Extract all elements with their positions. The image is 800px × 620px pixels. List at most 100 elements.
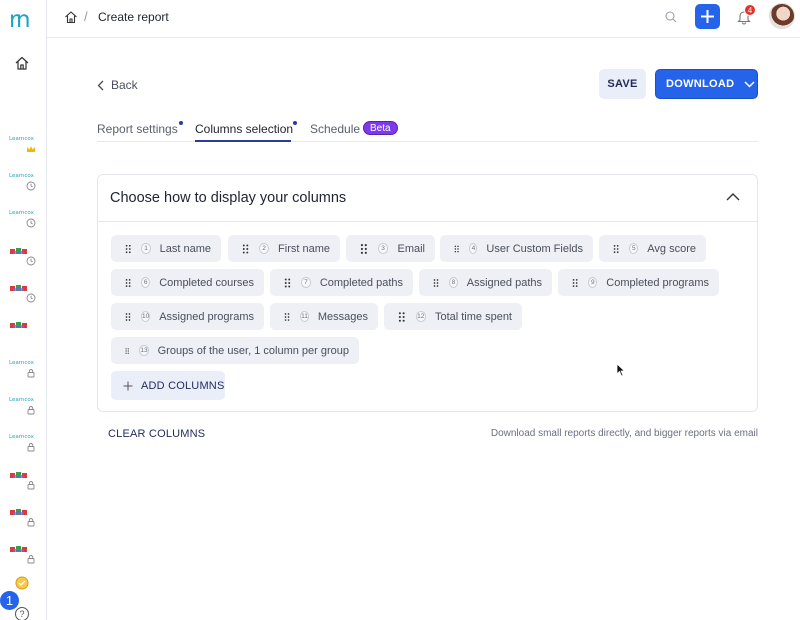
- column-chip-label: Completed paths: [319, 276, 403, 289]
- column-chip-label: Total time spent: [434, 310, 512, 323]
- sidebar-item-label: Learncox: [9, 434, 34, 440]
- sidebar-item[interactable]: Learncox: [8, 210, 40, 236]
- plus-icon: [123, 381, 133, 390]
- column-chip[interactable]: 2 First name: [228, 235, 340, 262]
- sidebar-item[interactable]: [8, 509, 40, 535]
- drag-handle-icon[interactable]: [284, 277, 291, 289]
- help-icon[interactable]: ?: [15, 607, 29, 620]
- lock-icon: [27, 481, 35, 490]
- column-chip[interactable]: 11 Messages: [270, 303, 378, 330]
- search-icon[interactable]: [664, 10, 678, 24]
- tab-report-settings-dot: [179, 121, 183, 125]
- drag-handle-icon[interactable]: [454, 243, 459, 255]
- rewards-icon[interactable]: [14, 576, 30, 590]
- add-columns-label: ADD COLUMNS: [141, 379, 225, 392]
- drag-handle-icon[interactable]: [125, 311, 131, 323]
- sidebar-item[interactable]: Learncox: [8, 173, 40, 199]
- column-chip-label: Email: [397, 242, 425, 255]
- sidebar-item[interactable]: Learncox: [8, 434, 40, 460]
- drag-handle-icon[interactable]: [125, 243, 131, 255]
- avatar[interactable]: [769, 3, 795, 29]
- lock-icon: [27, 518, 35, 527]
- column-chip[interactable]: 12 Total time spent: [384, 303, 522, 330]
- flag-logo-icon: [10, 509, 27, 515]
- download-button[interactable]: DOWNLOAD: [655, 69, 758, 99]
- sidebar-item[interactable]: [8, 322, 40, 348]
- create-button[interactable]: [695, 4, 720, 29]
- sidebar: rn Learncox Learncox Learncox Learncox Learn…: [0, 0, 47, 620]
- flag-logo-icon: [10, 285, 27, 291]
- lock-icon: [27, 369, 35, 378]
- breadcrumb-home-icon[interactable]: [64, 10, 78, 24]
- column-order-number: 1: [141, 243, 151, 254]
- sidebar-item[interactable]: [8, 248, 40, 274]
- column-chip[interactable]: 13 Groups of the user, 1 column per group: [111, 337, 359, 364]
- column-chip[interactable]: 10 Assigned programs: [111, 303, 264, 330]
- drag-handle-icon[interactable]: [242, 243, 249, 255]
- column-chip-label: Messages: [317, 310, 368, 323]
- lock-icon: [27, 443, 35, 452]
- back-label: Back: [111, 78, 138, 92]
- home-icon[interactable]: [14, 55, 30, 71]
- column-chip-label: User Custom Fields: [486, 242, 583, 255]
- column-order-number: 3: [377, 243, 389, 254]
- drag-handle-icon[interactable]: [125, 345, 129, 357]
- drag-handle-icon[interactable]: [613, 243, 619, 255]
- page-title: Create report: [98, 10, 169, 24]
- clear-columns-button[interactable]: CLEAR COLUMNS: [108, 428, 205, 440]
- app-logo[interactable]: rn: [9, 7, 31, 33]
- clock-icon: [26, 218, 36, 228]
- drag-handle-icon[interactable]: [572, 277, 578, 289]
- back-link[interactable]: Back: [97, 77, 138, 93]
- column-chip[interactable]: 9 Completed programs: [558, 269, 719, 296]
- help-count-badge[interactable]: 1: [0, 591, 19, 610]
- sidebar-item[interactable]: [8, 546, 40, 572]
- sidebar-item[interactable]: Learncox: [8, 360, 40, 386]
- active-tab-indicator: [195, 140, 291, 142]
- drag-handle-icon[interactable]: [284, 311, 290, 323]
- flag-logo-icon: [10, 248, 27, 254]
- sidebar-item[interactable]: [8, 285, 40, 311]
- plus-icon: [701, 10, 714, 23]
- drag-handle-icon[interactable]: [125, 277, 131, 289]
- tab-columns-selection[interactable]: Columns selection: [195, 122, 293, 136]
- tab-bar: Report settings Columns selection Schedu…: [97, 118, 758, 142]
- column-chip[interactable]: 3 Email: [346, 235, 435, 262]
- column-order-number: 4: [469, 243, 478, 254]
- column-order-number: 10: [140, 311, 151, 322]
- drag-handle-icon[interactable]: [398, 311, 406, 323]
- lock-icon: [27, 555, 35, 564]
- save-button[interactable]: SAVE: [599, 69, 646, 99]
- column-order-number: 2: [259, 243, 270, 254]
- column-chip[interactable]: 1 Last name: [111, 235, 221, 262]
- column-chip-label: Assigned paths: [466, 276, 542, 289]
- clock-icon: [26, 293, 36, 303]
- column-order-number: 7: [300, 277, 311, 288]
- column-chip-label: Avg score: [647, 242, 696, 255]
- column-chip-label: Last name: [159, 242, 211, 255]
- add-columns-button[interactable]: ADD COLUMNS: [111, 371, 225, 400]
- column-chip[interactable]: 6 Completed courses: [111, 269, 264, 296]
- sidebar-item[interactable]: Learncox: [8, 397, 40, 423]
- column-chip[interactable]: 7 Completed paths: [270, 269, 413, 296]
- chevron-down-icon: [744, 80, 755, 88]
- column-chip[interactable]: 8 Assigned paths: [419, 269, 552, 296]
- sidebar-item-label: Learncox: [9, 136, 34, 142]
- column-chip-label: Groups of the user, 1 column per group: [157, 344, 349, 357]
- clock-icon: [26, 256, 36, 266]
- sidebar-item[interactable]: [8, 472, 40, 498]
- drag-handle-icon[interactable]: [360, 243, 368, 255]
- chevron-up-icon[interactable]: [726, 192, 740, 202]
- sidebar-item[interactable]: Learncox: [8, 136, 40, 162]
- lock-icon: [27, 406, 35, 415]
- tab-columns-selection-dot: [293, 121, 297, 125]
- flag-logo-icon: [10, 472, 27, 478]
- column-chip[interactable]: 5 Avg score: [599, 235, 706, 262]
- drag-handle-icon[interactable]: [433, 277, 439, 289]
- columns-card-header[interactable]: Choose how to display your columns: [98, 175, 757, 222]
- tab-report-settings[interactable]: Report settings: [97, 122, 178, 136]
- column-order-number: 12: [415, 311, 426, 322]
- chevron-left-icon: [97, 80, 104, 90]
- column-chip[interactable]: 4 User Custom Fields: [440, 235, 593, 262]
- tab-schedule[interactable]: Schedule: [310, 122, 360, 136]
